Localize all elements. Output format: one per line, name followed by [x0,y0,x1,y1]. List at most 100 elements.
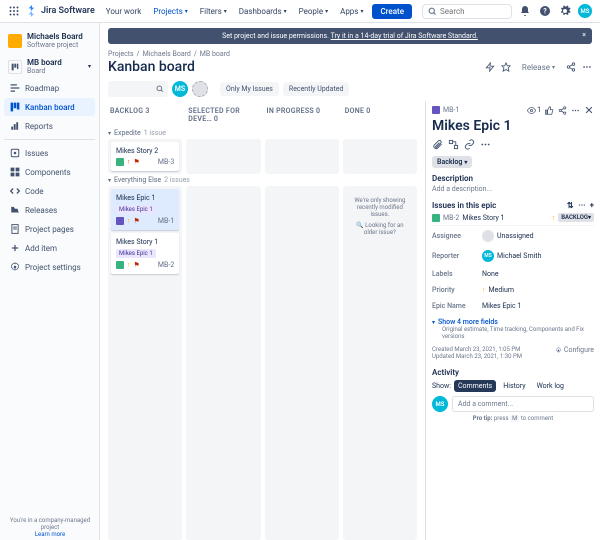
nav-dashboards[interactable]: Dashboards▾ [234,4,292,19]
status-dropdown[interactable]: Backlog▾ [432,156,472,168]
attach-icon[interactable] [432,139,443,150]
more-icon[interactable] [480,139,491,150]
jira-logo[interactable]: Jira Software [26,5,95,17]
project-header[interactable]: Michaels Board Software project [4,29,95,52]
help-icon[interactable]: ? [538,4,552,18]
add-child-button[interactable]: + [590,201,594,210]
sidebar-item-components[interactable]: Components [4,163,95,181]
watchers-button[interactable]: 1 [527,106,541,115]
cell-expedite-selected[interactable] [186,139,260,174]
more-icon[interactable] [582,62,592,72]
crumb-project[interactable]: Michaels Board [143,50,191,58]
more-icon[interactable] [578,201,586,209]
configure-button[interactable]: Configure [555,346,594,354]
panel-issue-title[interactable]: Mikes Epic 1 [432,118,594,134]
sidebar-item-add-item[interactable]: Add item [4,239,95,257]
search-input[interactable] [440,7,500,16]
cell-other-inprogress[interactable] [265,186,339,540]
more-icon[interactable] [571,106,580,115]
like-icon[interactable] [545,106,554,115]
global-search[interactable] [422,4,512,19]
breadcrumb: Projects / Michaels Board / MB board [100,44,600,58]
assignee-value[interactable]: Unassigned [482,230,534,242]
crumb-board[interactable]: MB board [200,50,230,58]
pro-tip: Pro tip: press M to comment [432,415,594,422]
sidebar-item-releases[interactable]: Releases [4,201,95,219]
card-title: Mikes Story 2 [116,147,174,155]
show-more-fields[interactable]: ▾Show 4 more fields [432,318,594,326]
add-child-icon[interactable] [448,139,459,150]
cell-expedite-done[interactable] [343,139,417,174]
comment-input[interactable]: Add a comment... [452,396,594,412]
close-icon[interactable] [584,105,594,115]
filter-recently-updated[interactable]: Recently Updated [283,82,349,96]
sidebar-item-project-settings[interactable]: Project settings [4,258,95,276]
sidebar-item-kanban[interactable]: Kanban board [4,98,95,116]
nav-filters[interactable]: Filters▾ [195,4,232,19]
sidebar-item-reports[interactable]: Reports [4,117,95,135]
cell-expedite-backlog[interactable]: Mikes Story 2 ↑ ⚑ MB-3 [108,139,182,174]
cell-other-done[interactable]: We're only showing recently modified iss… [343,186,417,540]
filter-only-my-issues[interactable]: Only My Issues [220,82,279,96]
tab-history[interactable]: History [499,380,529,392]
assignee-filter-unassigned[interactable] [192,81,208,97]
assignee-filter-avatar[interactable]: MS [172,81,188,97]
star-icon[interactable] [501,62,511,72]
banner-close-icon[interactable]: × [582,31,586,39]
story-icon [116,261,124,269]
card-epic-badge[interactable]: Mikes Epic 1 [116,249,156,258]
sidebar-item-roadmap[interactable]: Roadmap [4,79,95,97]
child-issues-label: Issues in this epic [432,201,496,210]
board-name: MB board [27,58,62,67]
nav-your-work[interactable]: Your work [101,4,147,19]
child-status-badge[interactable]: BACKLOG▾ [558,213,594,222]
reporter-avatar-icon: MS [482,250,494,262]
reporter-value[interactable]: MSMichael Smith [482,250,541,262]
board-search[interactable] [108,81,168,97]
automation-icon[interactable] [485,62,495,72]
epic-icon [116,217,124,225]
notifications-icon[interactable] [518,4,532,18]
epicname-value[interactable]: Mikes Epic 1 [482,302,521,310]
card-mb-1[interactable]: Mikes Epic 1 Mikes Epic 1 ↑ ⚑ MB-1 [111,189,179,230]
sidebar-item-code[interactable]: Code [4,182,95,200]
card-mb-3[interactable]: Mikes Story 2 ↑ ⚑ MB-3 [111,142,179,171]
nav-projects[interactable]: Projects▾ [148,4,192,19]
nav-people[interactable]: People▾ [294,4,334,19]
description-placeholder[interactable]: Add a description... [432,185,594,193]
nav-apps[interactable]: Apps▾ [335,4,368,19]
priority-medium-icon: ↑ [127,261,131,269]
app-switcher-icon[interactable] [8,5,20,17]
sort-icon[interactable]: ⇅ [567,201,574,210]
tab-comments[interactable]: Comments [454,380,496,392]
sidebar-item-project-pages[interactable]: Project pages [4,220,95,238]
card-key: MB-2 [158,261,174,269]
banner-link[interactable]: Try it in a 14-day trial of Jira Softwar… [331,32,478,40]
swimlane-other-label[interactable]: ▾Everything Else 2 issues [100,174,425,186]
user-avatar[interactable]: MS [578,4,592,18]
crumb-projects[interactable]: Projects [108,50,134,58]
sidebar-item-issues[interactable]: Issues [4,144,95,162]
issue-key[interactable]: MB-1 [443,106,459,114]
link-icon[interactable] [464,139,475,150]
share-icon[interactable] [566,62,576,72]
priority-value[interactable]: ↑Medium [482,286,514,294]
cell-other-selected[interactable] [186,186,260,540]
swimlane-expedite-label[interactable]: ▾Expedite 1 issue [100,127,425,139]
learn-more-link[interactable]: Learn more [35,531,65,538]
board-icon [8,60,22,74]
chevron-down-icon: ▾ [88,63,91,70]
tab-worklog[interactable]: Work log [533,380,568,392]
cell-expedite-inprogress[interactable] [265,139,339,174]
child-issue-row[interactable]: MB-2 Mikes Story 1 ↑ BACKLOG▾ [432,210,594,226]
labels-value[interactable]: None [482,270,499,278]
create-button[interactable]: Create [372,4,412,19]
column-backlog-header: BACKLOG 3 [108,103,182,127]
card-epic-badge[interactable]: Mikes Epic 1 [116,205,156,214]
release-button[interactable]: Release▾ [517,61,560,74]
cell-other-backlog[interactable]: Mikes Epic 1 Mikes Epic 1 ↑ ⚑ MB-1 Mikes… [108,186,182,540]
card-mb-2[interactable]: Mikes Story 1 Mikes Epic 1 ↑ ⚑ MB-2 [111,233,179,274]
share-icon[interactable] [558,106,567,115]
settings-icon[interactable] [558,4,572,18]
board-selector[interactable]: MB board Board ▾ [4,55,95,78]
